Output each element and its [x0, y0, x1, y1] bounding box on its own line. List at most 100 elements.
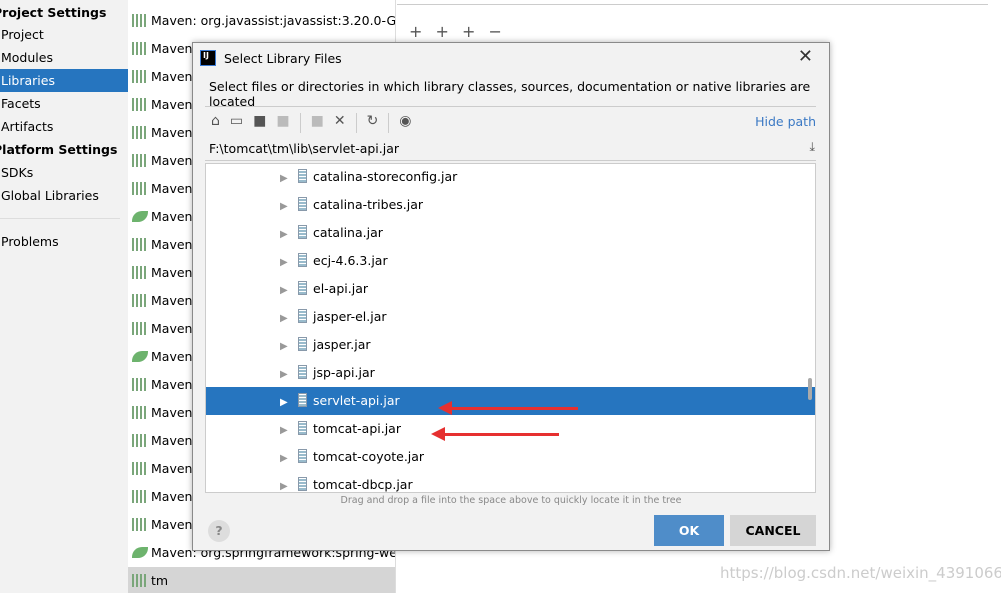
refresh-icon[interactable]: ↻ — [367, 113, 379, 133]
sidebar-item[interactable]: SDKs — [0, 161, 128, 184]
library-name: Maven: — [151, 293, 197, 308]
sidebar-divider — [0, 218, 120, 219]
library-list-item[interactable]: tm — [128, 567, 395, 593]
library-icon — [132, 98, 148, 111]
sidebar-item[interactable]: Global Libraries — [0, 184, 128, 207]
ok-button[interactable]: OK — [654, 515, 724, 546]
library-icon — [132, 154, 148, 167]
close-icon[interactable]: ✕ — [798, 46, 813, 67]
dialog-title: Select Library Files — [224, 50, 342, 66]
help-button[interactable]: ? — [208, 520, 230, 542]
file-tree[interactable]: ▶ tomcat-dbcp.jar ▶ tomcat-coyote.jar ▶ tomca… — [205, 163, 816, 493]
add-copy-icon[interactable]: + — [436, 22, 449, 41]
module-folder-icon[interactable]: ■ — [276, 113, 289, 133]
file-tree-row[interactable]: ▶ catalina-storeconfig.jar — [206, 164, 815, 193]
path-field[interactable]: F:\tomcat\tm\lib\servlet-api.jar — [209, 141, 399, 156]
jar-file-icon — [298, 197, 307, 211]
show-hidden-icon[interactable]: ◉ — [399, 113, 411, 133]
expand-arrow-icon[interactable]: ▶ — [280, 417, 298, 445]
file-name: catalina-tribes.jar — [313, 197, 424, 212]
expand-arrow-icon[interactable]: ▶ — [280, 305, 298, 333]
jar-file-icon — [298, 393, 307, 407]
download-icon[interactable]: ⤓ — [809, 139, 815, 155]
home-icon[interactable]: ⌂ — [211, 113, 220, 133]
file-tree-row[interactable]: ▶ tomcat-api.jar — [206, 415, 815, 443]
file-name: el-api.jar — [313, 281, 368, 296]
library-name: Maven: — [151, 377, 197, 392]
expand-arrow-icon[interactable]: ▶ — [280, 249, 298, 277]
sidebar-item[interactable]: Artifacts — [0, 115, 128, 138]
library-list-item[interactable]: Maven: org.javassist:javassist:3.20.0-GA — [128, 7, 396, 35]
file-tree-row[interactable]: ▶ ecj-4.6.3.jar — [206, 247, 815, 275]
library-icon — [132, 266, 148, 279]
sidebar-item[interactable]: Libraries — [0, 69, 128, 92]
spring-icon — [132, 351, 148, 362]
expand-arrow-icon[interactable]: ▶ — [280, 165, 298, 193]
library-icon — [132, 70, 148, 83]
file-name: catalina-storeconfig.jar — [313, 169, 458, 184]
remove-icon[interactable]: − — [489, 22, 502, 41]
sidebar-section-header: Project Settings — [0, 5, 107, 20]
delete-icon[interactable]: ✕ — [334, 113, 346, 133]
library-name: Maven: — [151, 153, 197, 168]
add-jar-icon[interactable]: + — [462, 22, 475, 41]
expand-arrow-icon[interactable]: ▶ — [280, 473, 298, 492]
project-folder-icon[interactable]: ■ — [253, 113, 266, 133]
tree-scrollbar[interactable] — [808, 378, 812, 400]
file-name: ecj-4.6.3.jar — [313, 253, 388, 268]
file-tree-row[interactable]: ▶ jsp-api.jar — [206, 359, 815, 387]
jar-file-icon — [298, 449, 307, 463]
file-tree-row[interactable]: ▶ servlet-api.jar — [206, 387, 815, 415]
file-chooser-toolbar: ⌂ ▭ ■ ■ ■ ✕ ↻ ◉ — [211, 113, 412, 133]
add-icon[interactable]: + — [409, 22, 422, 41]
desktop-icon[interactable]: ▭ — [230, 113, 243, 133]
file-tree-row[interactable]: ▶ tomcat-dbcp.jar — [206, 471, 815, 492]
file-name: jasper.jar — [313, 337, 371, 352]
library-icon — [132, 406, 148, 419]
expand-arrow-icon[interactable]: ▶ — [280, 333, 298, 361]
file-name: jasper-el.jar — [313, 309, 387, 324]
toolbar-separator — [299, 113, 301, 133]
file-tree-row[interactable]: ▶ el-api.jar — [206, 275, 815, 303]
library-name: tm — [151, 573, 169, 588]
library-icon — [132, 378, 148, 391]
file-tree-row[interactable]: ▶ tomcat-coyote.jar — [206, 443, 815, 471]
library-name: Maven: org.javassist:javassist:3.20.0-GA — [151, 13, 396, 28]
jar-file-icon — [298, 365, 307, 379]
select-library-files-dialog: IJ Select Library Files ✕ Select files o… — [192, 42, 830, 551]
file-tree-row[interactable]: ▶ jasper-el.jar — [206, 303, 815, 331]
settings-sidebar: Project Settings Project Modules Libraries F… — [0, 0, 128, 593]
expand-arrow-icon[interactable]: ▶ — [280, 389, 298, 417]
expand-arrow-icon[interactable]: ▶ — [280, 193, 298, 221]
sidebar-item[interactable]: Modules — [0, 46, 128, 69]
library-icon — [132, 42, 148, 55]
library-toolbar: + + + − — [405, 22, 506, 42]
file-tree-row[interactable]: ▶ catalina-tribes.jar — [206, 191, 815, 219]
sidebar-item[interactable]: Problems — [0, 230, 128, 253]
sidebar-item[interactable]: Facets — [0, 92, 128, 115]
cancel-button[interactable]: CANCEL — [730, 515, 816, 546]
sidebar-item[interactable]: Project — [0, 23, 128, 46]
expand-arrow-icon[interactable]: ▶ — [280, 221, 298, 249]
library-icon — [132, 238, 148, 251]
new-folder-icon[interactable]: ■ — [311, 113, 324, 133]
dialog-description: Select files or directories in which lib… — [209, 79, 811, 109]
jar-file-icon — [298, 253, 307, 267]
file-tree-row[interactable]: ▶ catalina.jar — [206, 219, 815, 247]
library-name: Maven: — [151, 489, 197, 504]
library-icon — [132, 182, 148, 195]
library-icon — [132, 434, 148, 447]
jar-file-icon — [298, 169, 307, 183]
hide-path-link[interactable]: Hide path — [755, 114, 816, 129]
library-icon — [132, 490, 148, 503]
library-name: Maven: — [151, 517, 197, 532]
library-name: Maven: — [151, 209, 197, 224]
file-tree-row[interactable]: ▶ jasper.jar — [206, 331, 815, 359]
expand-arrow-icon[interactable]: ▶ — [280, 277, 298, 305]
annotation-arrow — [431, 427, 559, 441]
file-name: servlet-api.jar — [313, 393, 400, 408]
jar-file-icon — [298, 225, 307, 239]
library-name: Maven: — [151, 433, 197, 448]
expand-arrow-icon[interactable]: ▶ — [280, 445, 298, 473]
expand-arrow-icon[interactable]: ▶ — [280, 361, 298, 389]
